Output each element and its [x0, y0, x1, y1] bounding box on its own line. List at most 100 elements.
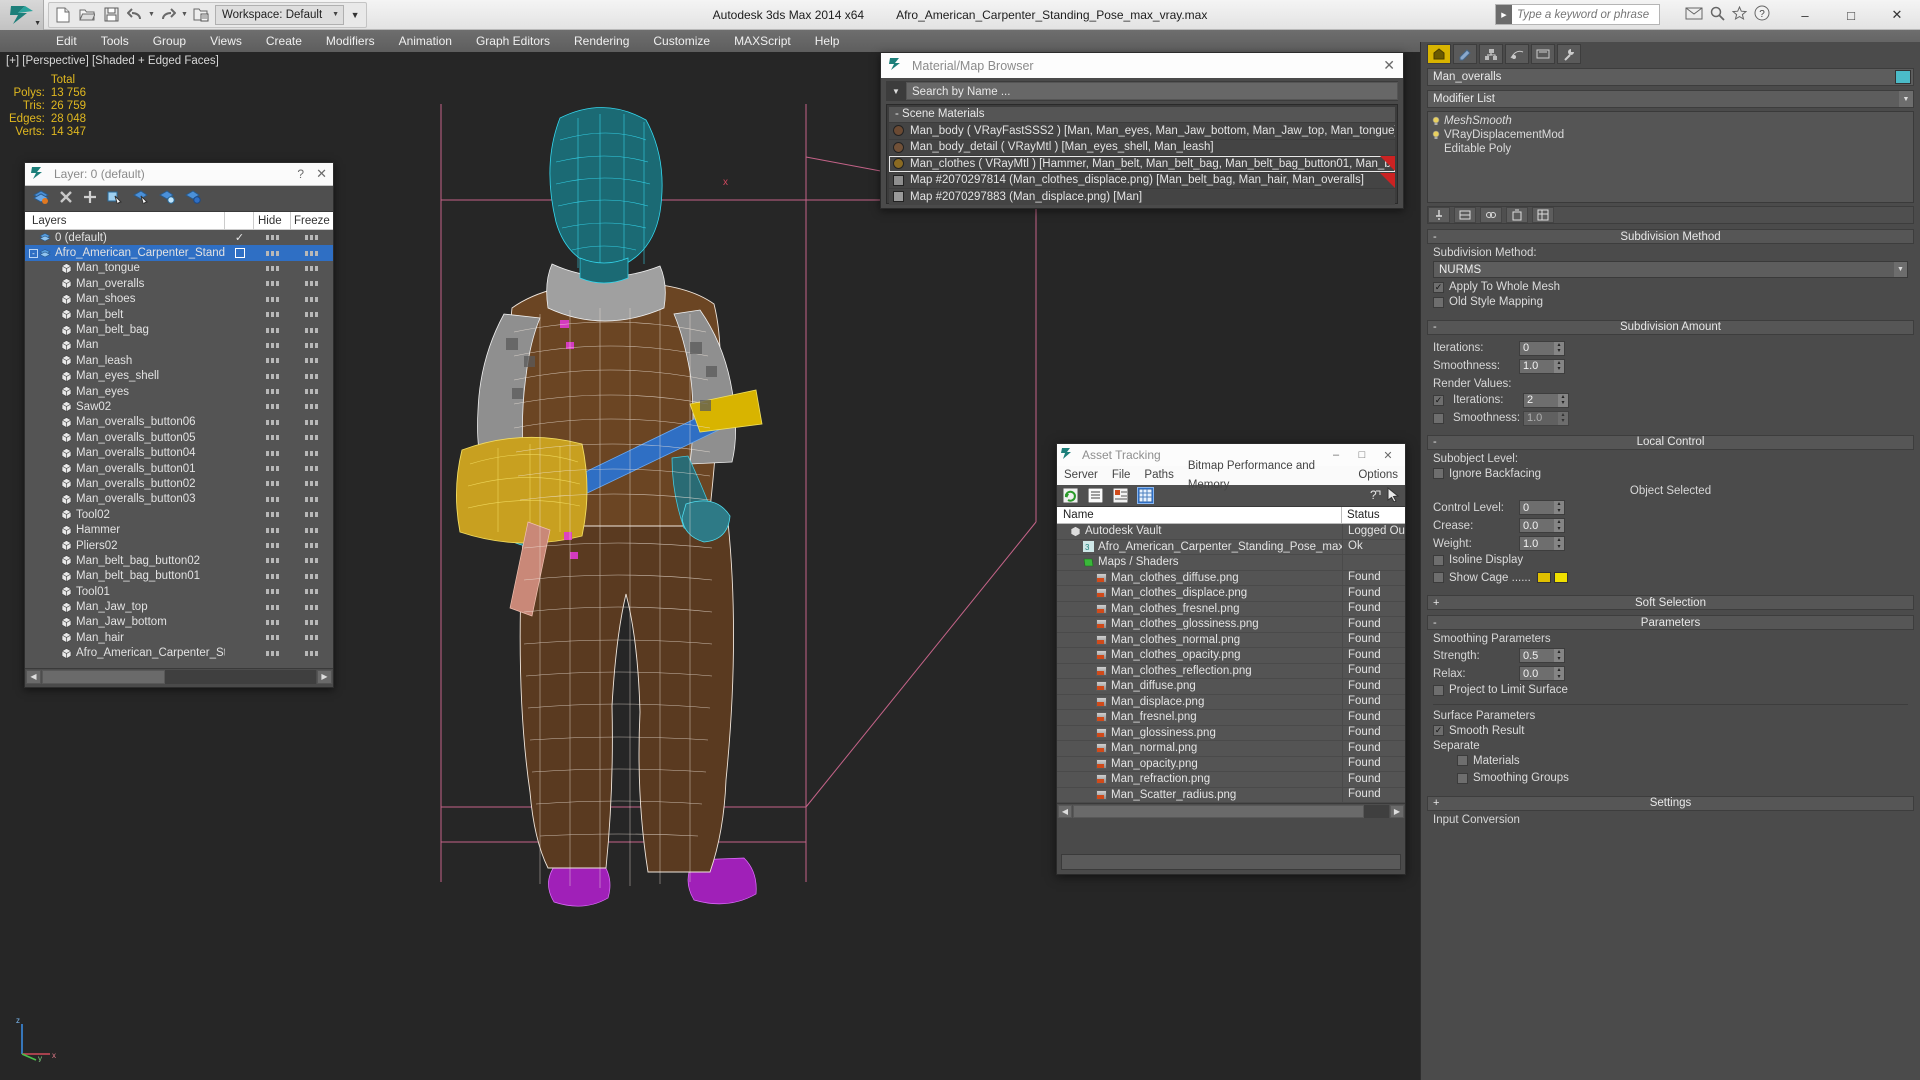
layer-list[interactable]: 0 (default) ✓ - Afro_American_Carpenter_Sta…	[25, 230, 333, 668]
asset-menu-server[interactable]: Server	[1057, 466, 1105, 485]
layer-freeze-cell[interactable]	[291, 450, 333, 456]
rollout-soft-selection-header[interactable]: + Soft Selection	[1427, 595, 1914, 610]
layer-freeze-cell[interactable]	[291, 481, 333, 487]
layer-row[interactable]: Man_belt_bag	[25, 322, 333, 337]
layer-freeze-cell[interactable]	[291, 389, 333, 395]
layer-dialog-close-button[interactable]: ✕	[316, 166, 327, 182]
layer-row[interactable]: Man_overalls_button03	[25, 492, 333, 507]
tab-modify[interactable]	[1453, 44, 1477, 64]
menu-item-modifiers[interactable]: Modifiers	[314, 30, 387, 52]
asset-menu-file[interactable]: File	[1105, 466, 1138, 485]
spinner-arrows[interactable]	[1554, 667, 1564, 680]
layer-hide-cell[interactable]	[254, 481, 291, 487]
tab-motion[interactable]	[1505, 44, 1529, 64]
workspace-selector[interactable]: Workspace: Default ▼	[215, 4, 345, 25]
asset-pointer-icon[interactable]	[1387, 486, 1400, 505]
make-unique-icon[interactable]	[1480, 207, 1502, 223]
highlight-layer-icon[interactable]	[158, 190, 175, 207]
asset-help-icon[interactable]: ?	[1366, 487, 1381, 505]
layer-hide-cell[interactable]	[254, 435, 291, 441]
layer-row[interactable]: Man_tongue	[25, 261, 333, 276]
rollout-local-control-header[interactable]: - Local Control	[1427, 434, 1914, 450]
configure-sets-icon[interactable]	[1532, 207, 1554, 223]
smooth-result-checkbox[interactable]: Smooth Result	[1433, 725, 1524, 737]
layer-hide-cell[interactable]	[254, 650, 291, 656]
asset-row[interactable]: Man_clothes_displace.png Found	[1057, 585, 1405, 602]
asset-list-hscrollbar[interactable]: ◀ ▶	[1057, 803, 1405, 818]
cage-color-2[interactable]	[1553, 572, 1568, 583]
render-iterations-spinner[interactable]: 2	[1523, 392, 1569, 408]
add-layer-icon[interactable]	[83, 190, 97, 207]
layer-row[interactable]: Tool01	[25, 584, 333, 599]
layer-row[interactable]: Man_hair	[25, 630, 333, 645]
modifier-stack-item[interactable]: Editable Poly	[1428, 142, 1913, 156]
logo-dropdown-icon[interactable]: ▼	[34, 20, 41, 27]
rollout-settings-header[interactable]: + Settings	[1427, 795, 1914, 811]
layer-row[interactable]: - Afro_American_Carpenter_Standing_Pose	[25, 245, 333, 261]
render-smoothness-spinner[interactable]: 1.0	[1523, 410, 1569, 426]
spinner-arrows[interactable]	[1558, 411, 1568, 425]
layer-freeze-cell[interactable]	[291, 419, 333, 425]
subdivision-method-select[interactable]: NURMS ▼	[1433, 261, 1908, 278]
delete-layer-icon[interactable]	[59, 190, 73, 207]
menu-item-views[interactable]: Views	[198, 30, 254, 52]
material-row[interactable]: Man_body_detail ( VRayMtl ) [Man_eyes_sh…	[889, 139, 1395, 155]
rollout-parameters-header[interactable]: - Parameters	[1427, 615, 1914, 630]
material-search-row[interactable]: ▼ Search by Name ...	[886, 81, 1398, 101]
layer-freeze-cell[interactable]	[291, 496, 333, 502]
app-logo-icon[interactable]: ▼	[0, 0, 44, 30]
layer-row[interactable]: Man_Jaw_top	[25, 599, 333, 614]
asset-row[interactable]: 3 Afro_American_Carpenter_Standing_Pose_m…	[1057, 539, 1405, 555]
materials-checkbox[interactable]: Materials	[1457, 755, 1520, 767]
menu-item-maxscript[interactable]: MAXScript	[722, 30, 803, 52]
asset-row[interactable]: Man_clothes_fresnel.png Found	[1057, 601, 1405, 617]
select-layer-icon[interactable]	[132, 190, 149, 207]
asset-row[interactable]: Maps / Shaders	[1057, 554, 1405, 571]
smoothness-spinner[interactable]: 1.0	[1519, 358, 1565, 374]
layer-hide-cell[interactable]	[254, 265, 291, 271]
modifier-stack-item[interactable]: MeshSmooth	[1428, 114, 1913, 128]
layer-hide-cell[interactable]	[254, 373, 291, 379]
modifier-list-dropdown[interactable]: Modifier List ▼	[1427, 90, 1914, 108]
chevron-down-icon[interactable]: ▼	[1894, 262, 1907, 277]
rollout-toggle-icon[interactable]: -	[1433, 617, 1437, 629]
layer-freeze-cell[interactable]	[291, 466, 333, 472]
menu-item-help[interactable]: Help	[803, 30, 852, 52]
layer-freeze-cell[interactable]	[291, 435, 333, 441]
material-search-input[interactable]: Search by Name ...	[906, 82, 1398, 100]
expand-toggle-icon[interactable]: -	[29, 248, 38, 258]
open-file-button[interactable]	[75, 4, 99, 26]
layer-freeze-cell[interactable]	[291, 543, 333, 548]
layer-hide-cell[interactable]	[254, 589, 291, 595]
isoline-display-checkbox[interactable]: Isoline Display	[1433, 554, 1523, 566]
asset-row[interactable]: Man_normal.png Found	[1057, 740, 1405, 757]
layer-row[interactable]: 0 (default) ✓	[25, 230, 333, 245]
asset-row[interactable]: Man_clothes_reflection.png Found	[1057, 663, 1405, 679]
layer-freeze-cell[interactable]	[291, 619, 333, 625]
asset-scroll-track[interactable]	[1073, 804, 1389, 818]
rollout-subdivision-method-header[interactable]: - Subdivision Method	[1427, 229, 1914, 244]
asset-row[interactable]: Man_refraction.png Found	[1057, 771, 1405, 788]
asset-row[interactable]: Man_fresnel.png Found	[1057, 709, 1405, 726]
menu-item-customize[interactable]: Customize	[641, 30, 722, 52]
layer-freeze-cell[interactable]	[291, 327, 333, 333]
layer-row[interactable]: Man_belt_bag_button01	[25, 569, 333, 584]
asset-tracking-close-button[interactable]: ✕	[1375, 445, 1401, 465]
layer-hide-cell[interactable]	[254, 342, 291, 348]
layer-hide-cell[interactable]	[254, 573, 291, 579]
asset-row[interactable]: Man_Scatter_radius.png Found	[1057, 787, 1405, 803]
layer-active-cell[interactable]: ✓	[225, 231, 254, 244]
asset-scroll-thumb[interactable]	[1073, 804, 1364, 818]
tab-create[interactable]	[1427, 44, 1451, 64]
asset-tracking-window[interactable]: Asset Tracking – □ ✕ Server File Paths Bitm…	[1056, 443, 1406, 875]
layer-hide-cell[interactable]	[254, 419, 291, 425]
layer-freeze-cell[interactable]	[291, 604, 333, 610]
layer-row[interactable]: Man_shoes	[25, 292, 333, 307]
show-end-result-icon[interactable]	[1454, 207, 1476, 223]
layer-hide-cell[interactable]	[254, 619, 291, 625]
crease-spinner[interactable]: 0.0	[1519, 518, 1565, 533]
layer-hide-cell[interactable]	[254, 543, 291, 548]
object-color-swatch[interactable]	[1895, 70, 1911, 84]
spinner-arrows[interactable]	[1558, 393, 1568, 407]
layer-hide-cell[interactable]	[254, 604, 291, 610]
